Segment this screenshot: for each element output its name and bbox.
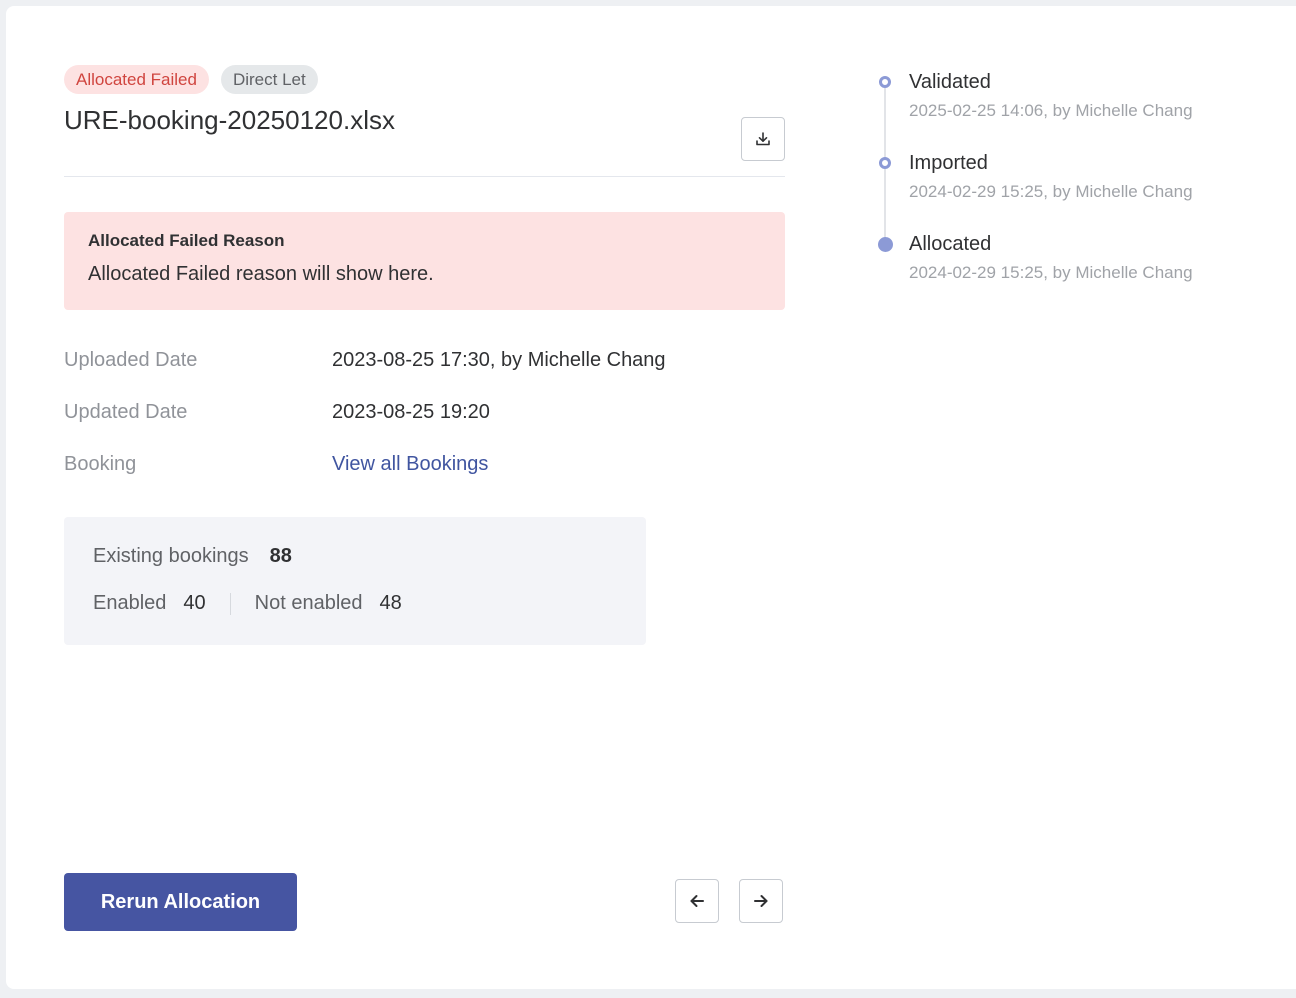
timeline-item-validated: Validated 2025-02-25 14:06, by Michelle … xyxy=(871,70,1291,161)
file-header: URE-booking-20250120.xlsx xyxy=(64,94,785,177)
type-badge: Direct Let xyxy=(220,65,318,94)
timeline-dot-icon xyxy=(879,157,891,169)
previous-button[interactable] xyxy=(675,879,719,923)
download-button[interactable] xyxy=(741,117,785,161)
uploaded-date-label: Uploaded Date xyxy=(64,349,198,371)
next-button[interactable] xyxy=(739,879,783,923)
timeline-meta: 2025-02-25 14:06, by Michelle Chang xyxy=(909,101,1193,120)
not-enabled-label: Not enabled xyxy=(254,592,363,614)
failure-reason-title: Allocated Failed Reason xyxy=(88,231,285,250)
updated-date-label: Updated Date xyxy=(64,401,188,423)
timeline-item-allocated: Allocated 2024-02-29 15:25, by Michelle … xyxy=(871,232,1291,313)
timeline-meta: 2024-02-29 15:25, by Michelle Chang xyxy=(909,182,1193,201)
not-enabled-count: 48 xyxy=(379,592,402,614)
arrow-left-icon xyxy=(690,895,704,907)
existing-bookings-row: Existing bookings 88 xyxy=(93,545,617,592)
failure-reason-box: Allocated Failed Reason Allocated Failed… xyxy=(64,212,785,310)
timeline-title: Validated xyxy=(909,71,991,93)
existing-bookings-count: 88 xyxy=(269,545,292,567)
timeline-title: Allocated xyxy=(909,233,992,255)
stats-divider xyxy=(229,592,231,615)
details-list: Uploaded Date 2023-08-25 17:30, by Miche… xyxy=(64,349,785,505)
download-icon xyxy=(756,132,770,146)
booking-stats: Existing bookings 88 Enabled 40 Not enabl… xyxy=(64,517,646,645)
failure-reason-text: Allocated Failed reason will show here. xyxy=(88,263,434,285)
timeline-item-imported: Imported 2024-02-29 15:25, by Michelle C… xyxy=(871,151,1291,242)
view-all-bookings-link[interactable]: View all Bookings xyxy=(332,453,488,505)
existing-bookings-label: Existing bookings xyxy=(93,545,249,567)
booking-label: Booking xyxy=(64,453,137,475)
main-panel: Allocated Failed Direct Let URE-booking-… xyxy=(64,65,785,645)
uploaded-date-value: 2023-08-25 17:30, by Michelle Chang xyxy=(332,349,666,371)
updated-date-value: 2023-08-25 19:20 xyxy=(332,401,490,423)
timeline-dot-current-icon xyxy=(878,237,893,252)
arrow-right-icon xyxy=(754,895,768,907)
detail-row-booking: Booking View all Bookings xyxy=(64,453,785,505)
tag-group: Allocated Failed Direct Let xyxy=(64,65,785,94)
enabled-stats-row: Enabled 40 Not enabled 48 xyxy=(93,592,617,615)
enabled-label: Enabled xyxy=(93,592,167,614)
status-timeline: Validated 2025-02-25 14:06, by Michelle … xyxy=(871,70,1291,313)
detail-row-uploaded: Uploaded Date 2023-08-25 17:30, by Miche… xyxy=(64,349,785,401)
detail-row-updated: Updated Date 2023-08-25 19:20 xyxy=(64,401,785,453)
enabled-count: 40 xyxy=(183,592,206,614)
timeline-meta: 2024-02-29 15:25, by Michelle Chang xyxy=(909,263,1193,282)
rerun-allocation-button[interactable]: Rerun Allocation xyxy=(64,873,297,931)
timeline-title: Imported xyxy=(909,152,988,174)
timeline-dot-icon xyxy=(879,76,891,88)
file-name: URE-booking-20250120.xlsx xyxy=(64,105,395,135)
status-badge: Allocated Failed xyxy=(64,65,209,94)
